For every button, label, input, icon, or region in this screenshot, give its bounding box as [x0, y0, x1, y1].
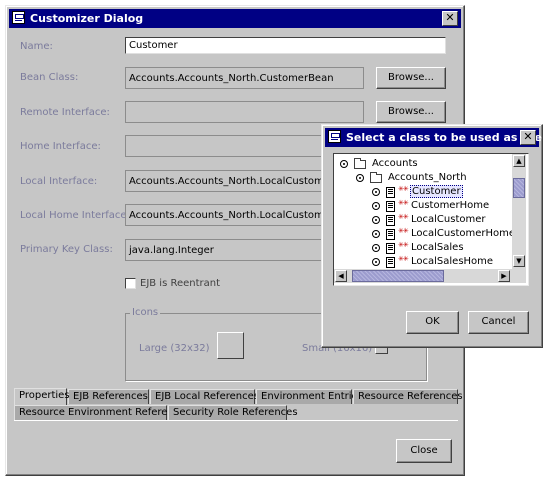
close-button[interactable]: Close [396, 439, 452, 463]
reentrant-label: EJB is Reentrant [140, 278, 221, 289]
tree-item-localsaleshome[interactable]: ✳✳ LocalSalesHome [372, 255, 512, 269]
app-window-icon [328, 130, 341, 143]
bean-class-field[interactable]: Accounts.Accounts_North.CustomerBean [125, 67, 364, 89]
tab-properties[interactable]: Properties [14, 388, 70, 405]
tab-panel-divider [14, 420, 458, 421]
bean-class-label: Bean Class: [20, 72, 79, 83]
class-file-icon [386, 243, 395, 254]
class-tree: Accounts Accounts_North ✳✳ Customer ✳✳ C… [333, 153, 529, 286]
class-file-icon [386, 229, 395, 240]
class-badge-icon: ✳✳ [398, 199, 409, 207]
primary-key-class-field[interactable]: java.lang.Integer [125, 239, 325, 261]
tab-resource-environment-references[interactable]: Resource Environment References [14, 405, 191, 420]
large-icon-button[interactable] [217, 332, 244, 359]
tab-ejb-references[interactable]: EJB References [68, 389, 149, 404]
select-class-dialog: Select a class to be used as the ... ✕ A… [321, 124, 549, 348]
tree-node-label: CustomerHome [411, 200, 490, 211]
name-field[interactable]: Customer [125, 37, 446, 54]
cancel-button[interactable]: Cancel [468, 311, 529, 334]
tree-expand-handle-icon[interactable] [372, 216, 380, 224]
tree-node-package[interactable]: Accounts_North [356, 172, 506, 185]
package-folder-icon [370, 172, 382, 183]
tree-expand-handle-icon[interactable] [372, 188, 380, 196]
tree-expand-handle-icon[interactable] [356, 174, 364, 182]
tree-expand-handle-icon[interactable] [372, 230, 380, 238]
scroll-left-icon[interactable]: ◀ [335, 270, 347, 282]
tree-item-customer[interactable]: ✳✳ Customer [372, 185, 512, 199]
tree-node-label: Accounts [372, 158, 418, 169]
tree-node-label: LocalSalesHome [411, 256, 494, 267]
class-file-icon [386, 201, 395, 212]
tree-expand-handle-icon[interactable] [372, 258, 380, 266]
remote-interface-field[interactable] [125, 101, 364, 123]
tree-node-root[interactable]: Accounts [340, 158, 490, 171]
tree-vertical-scrollbar[interactable]: ▲ ▼ [512, 154, 526, 269]
close-icon[interactable]: ✕ [442, 11, 458, 26]
class-badge-icon: ✳✳ [398, 227, 409, 235]
local-home-interface-field[interactable]: Accounts.Accounts_North.LocalCustomerHo [125, 204, 325, 226]
tree-expand-handle-icon[interactable] [340, 160, 348, 168]
tree-horizontal-scrollbar[interactable]: ◀ ▶ [334, 269, 526, 283]
name-label: Name: [20, 41, 53, 52]
tree-node-label: Customer [410, 185, 463, 198]
scroll-up-icon[interactable]: ▲ [513, 155, 525, 167]
local-interface-label: Local Interface: [20, 176, 98, 187]
remote-interface-label: Remote Interface: [20, 107, 110, 118]
tree-expand-handle-icon[interactable] [372, 244, 380, 252]
reentrant-checkbox[interactable] [125, 278, 136, 289]
dialog-title: Customizer Dialog [30, 12, 144, 25]
package-folder-icon [354, 158, 366, 169]
class-badge-icon: ✳✳ [398, 241, 409, 249]
close-icon[interactable]: ✕ [520, 130, 536, 145]
bean-class-browse-button[interactable]: Browse... [376, 67, 446, 89]
tree-item-localcustomer[interactable]: ✳✳ LocalCustomer [372, 213, 512, 227]
icons-group-title: Icons [130, 307, 161, 318]
tab-security-role-references[interactable]: Security Role References [168, 405, 298, 420]
home-interface-label: Home Interface: [20, 141, 101, 152]
vertical-scroll-thumb[interactable] [513, 178, 525, 198]
local-home-interface-label: Local Home Interface: [20, 210, 130, 221]
class-file-icon [386, 187, 395, 198]
tree-node-label: LocalCustomer [411, 214, 486, 225]
dialog-titlebar[interactable]: Customizer Dialog ✕ [9, 9, 461, 28]
horizontal-scroll-thumb[interactable] [352, 270, 444, 282]
tab-ejb-local-references[interactable]: EJB Local References [150, 389, 259, 404]
select-class-title: Select a class to be used as the ... [346, 131, 549, 144]
tree-node-label: Accounts_North [388, 172, 467, 183]
tab-environment-entries[interactable]: Environment Entries [256, 389, 363, 404]
tree-item-localcustomerhome[interactable]: ✳✳ LocalCustomerHome [372, 227, 516, 241]
primary-key-class-label: Primary Key Class: [20, 244, 113, 255]
large-icon-label: Large (32x32) [139, 343, 210, 354]
home-interface-field[interactable] [125, 135, 325, 157]
class-file-icon [386, 215, 395, 226]
class-badge-icon: ✳✳ [398, 213, 409, 221]
tree-node-label: LocalCustomerHome [411, 228, 516, 239]
scroll-right-icon[interactable]: ▶ [498, 270, 510, 282]
app-window-icon [12, 11, 25, 24]
local-interface-field[interactable]: Accounts.Accounts_North.LocalCustomer [125, 170, 325, 192]
class-badge-icon: ✳✳ [398, 185, 409, 193]
ok-button[interactable]: OK [406, 311, 459, 334]
tree-item-localsales[interactable]: ✳✳ LocalSales [372, 241, 512, 255]
scroll-down-icon[interactable]: ▼ [513, 255, 525, 267]
tree-expand-handle-icon[interactable] [372, 202, 380, 210]
tab-resource-references[interactable]: Resource References [353, 389, 463, 404]
tree-node-label: LocalSales [411, 242, 464, 253]
class-file-icon [386, 257, 395, 268]
class-badge-icon: ✳✳ [398, 255, 409, 263]
select-class-titlebar[interactable]: Select a class to be used as the ... ✕ [325, 128, 549, 147]
remote-interface-browse-button[interactable]: Browse... [376, 101, 446, 123]
tree-item-customerhome[interactable]: ✳✳ CustomerHome [372, 199, 512, 213]
